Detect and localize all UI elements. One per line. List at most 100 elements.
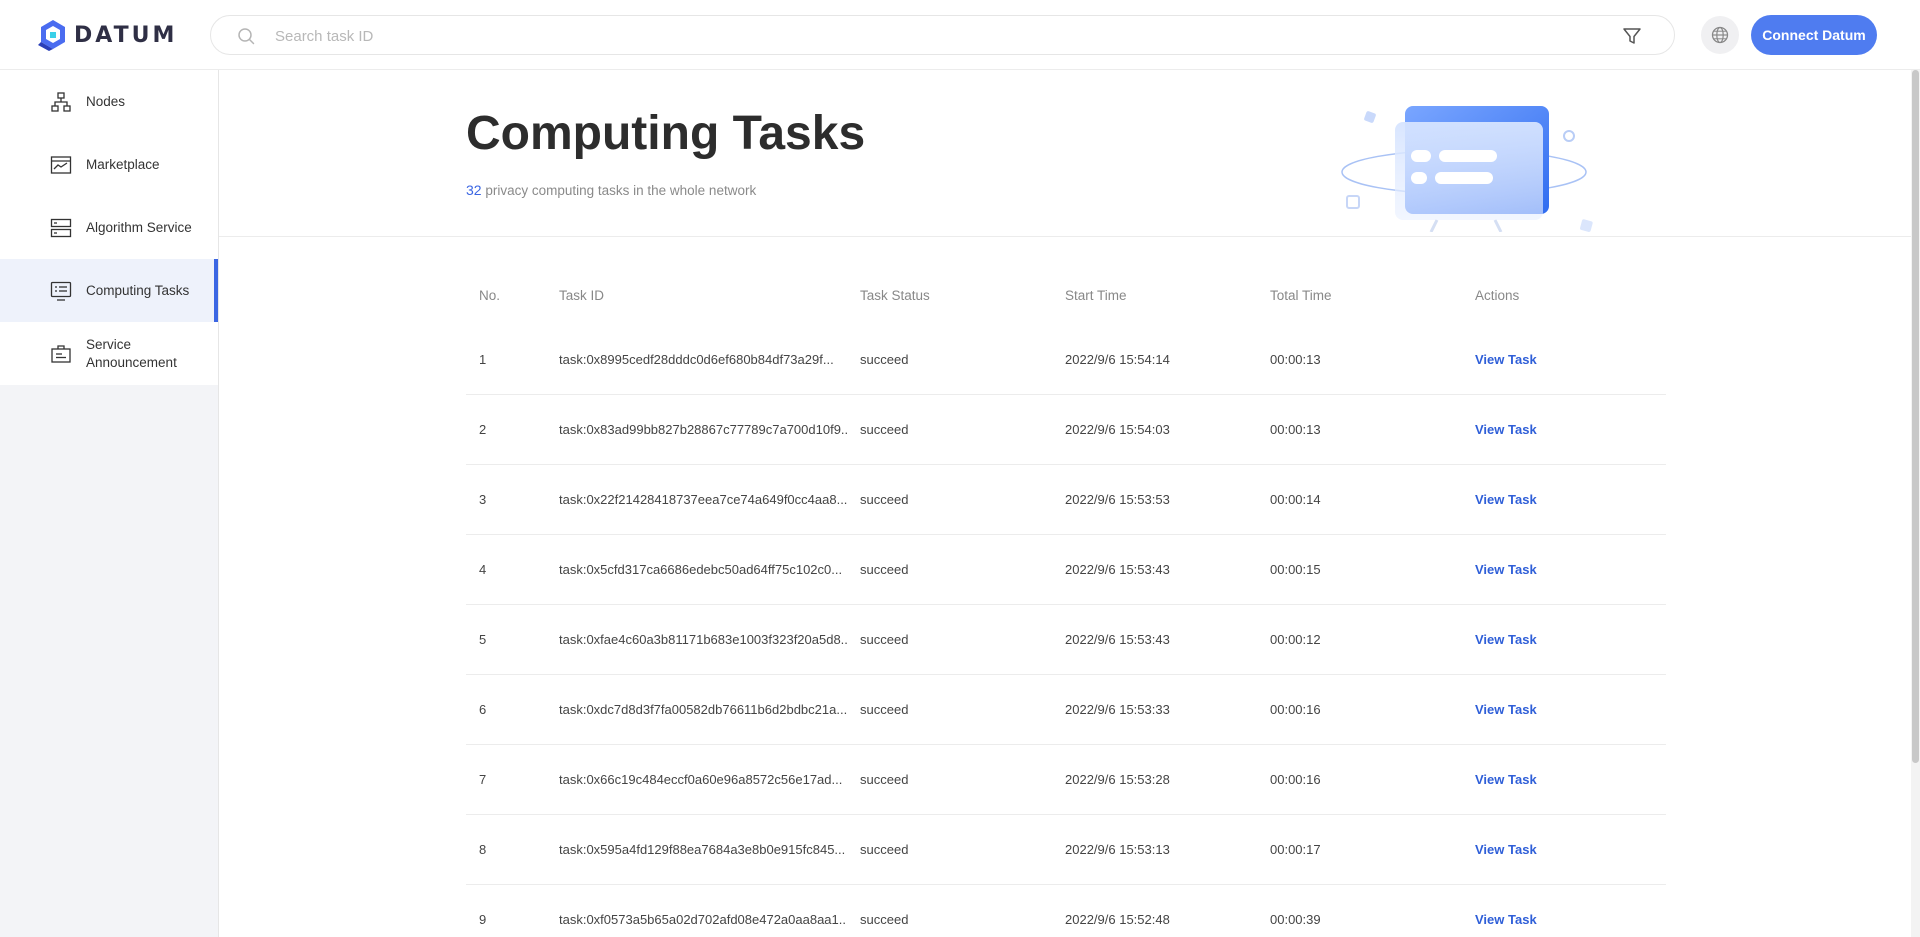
cell-no: 4 (479, 562, 487, 577)
cell-task-id: task:0x595a4fd129f88ea7684a3e8b0e915fc84… (559, 842, 846, 857)
col-header-task-status: Task Status (860, 287, 930, 303)
col-header-start-time: Start Time (1065, 287, 1127, 303)
sidebar-item-marketplace[interactable]: Marketplace (0, 133, 218, 196)
view-task-link[interactable]: View Task (1475, 702, 1537, 717)
view-task-link[interactable]: View Task (1475, 632, 1537, 647)
view-task-link[interactable]: View Task (1475, 562, 1537, 577)
cell-total-time: 00:00:15 (1270, 562, 1321, 577)
globe-icon (1711, 26, 1729, 44)
cell-status: succeed (860, 702, 909, 717)
table-row: 5 task:0xfae4c60a3b81171b683e1003f323f20… (466, 605, 1666, 675)
cell-start-time: 2022/9/6 15:53:53 (1065, 492, 1170, 507)
cell-start-time: 2022/9/6 15:53:28 (1065, 772, 1170, 787)
table-row: 6 task:0xdc7d8d3f7fa00582db76611b6d2bdbc… (466, 675, 1666, 745)
cell-no: 3 (479, 492, 487, 507)
cell-start-time: 2022/9/6 15:54:14 (1065, 352, 1170, 367)
table-row: 3 task:0x22f21428418737eea7ce74a649f0cc4… (466, 465, 1666, 535)
col-header-actions: Actions (1475, 287, 1520, 303)
computing-illustration (1341, 106, 1593, 232)
sidebar-item-algorithm-service[interactable]: Algorithm Service (0, 196, 218, 259)
cell-start-time: 2022/9/6 15:54:03 (1065, 422, 1170, 437)
sidebar-item-label: Nodes (86, 93, 126, 109)
algorithm-service-icon (50, 218, 72, 237)
cell-no: 7 (479, 772, 487, 787)
sidebar-nav: Nodes Marketplace Algorithm Service Comp… (0, 70, 218, 385)
col-header-total-time: Total Time (1270, 287, 1332, 303)
cell-status: succeed (860, 352, 909, 367)
table-row: 1 task:0x8995cedf28dddc0d6ef680b84df73a2… (466, 325, 1666, 395)
cell-status: succeed (860, 842, 909, 857)
view-task-link[interactable]: View Task (1475, 422, 1537, 437)
search-input[interactable] (275, 24, 1575, 48)
cell-start-time: 2022/9/6 15:53:33 (1065, 702, 1170, 717)
cell-no: 2 (479, 422, 487, 437)
sidebar-item-service-announcement[interactable]: Service Announcement (0, 322, 218, 385)
view-task-link[interactable]: View Task (1475, 912, 1537, 927)
language-button[interactable] (1701, 16, 1739, 54)
cell-start-time: 2022/9/6 15:53:43 (1065, 562, 1170, 577)
cell-task-id: task:0x5cfd317ca6686edebc50ad64ff75c102c… (559, 562, 843, 577)
cell-task-id: task:0x83ad99bb827b28867c77789c7a700d10f… (559, 422, 847, 437)
announcement-icon (51, 344, 71, 363)
cell-no: 9 (479, 912, 487, 927)
connect-datum-button[interactable]: Connect Datum (1751, 15, 1877, 55)
cell-total-time: 00:00:16 (1270, 702, 1321, 717)
sidebar-item-label: Marketplace (86, 156, 160, 172)
sidebar-item-label: Algorithm Service (86, 219, 192, 235)
sidebar-item-nodes[interactable]: Nodes (0, 70, 218, 133)
datum-logo[interactable]: DATUM (38, 17, 177, 53)
table-header: No. Task ID Task Status Start Time Total… (466, 265, 1666, 325)
filter-icon[interactable] (1621, 25, 1643, 47)
table-row: 7 task:0x66c19c484eccf0a60e96a8572c56e17… (466, 745, 1666, 815)
cell-task-id: task:0xf0573a5b65a02d702afd08e472a0aa8aa… (559, 912, 847, 927)
cell-total-time: 00:00:39 (1270, 912, 1321, 927)
sidebar-item-label: Computing Tasks (86, 282, 190, 298)
cell-status: succeed (860, 632, 909, 647)
cell-no: 1 (479, 352, 487, 367)
scrollbar-thumb[interactable] (1912, 70, 1919, 763)
cell-task-id: task:0xfae4c60a3b81171b683e1003f323f20a5… (559, 632, 847, 647)
table-row: 2 task:0x83ad99bb827b28867c77789c7a700d1… (466, 395, 1666, 465)
page-scrollbar[interactable] (1911, 70, 1920, 937)
view-task-link[interactable]: View Task (1475, 842, 1537, 857)
cell-status: succeed (860, 772, 909, 787)
task-count: 32 (466, 182, 482, 198)
cell-task-id: task:0x22f21428418737eea7ce74a649f0cc4aa… (559, 492, 847, 507)
cell-status: succeed (860, 492, 909, 507)
col-header-task-id: Task ID (559, 287, 605, 303)
sidebar-item-computing-tasks[interactable]: Computing Tasks (0, 259, 218, 322)
cell-task-id: task:0xdc7d8d3f7fa00582db76611b6d2bdbc21… (559, 702, 847, 717)
cell-no: 6 (479, 702, 487, 717)
view-task-link[interactable]: View Task (1475, 352, 1537, 367)
page-subtitle: 32 privacy computing tasks in the whole … (466, 182, 756, 198)
cell-status: succeed (860, 562, 909, 577)
cell-task-id: task:0x66c19c484eccf0a60e96a8572c56e17ad… (559, 772, 843, 787)
subtitle-text: privacy computing tasks in the whole net… (481, 183, 757, 198)
cell-total-time: 00:00:14 (1270, 492, 1321, 507)
search-bar[interactable] (210, 15, 1675, 55)
cell-status: succeed (860, 912, 909, 927)
view-task-link[interactable]: View Task (1475, 492, 1537, 507)
cell-start-time: 2022/9/6 15:52:48 (1065, 912, 1170, 927)
cell-total-time: 00:00:16 (1270, 772, 1321, 787)
search-icon (238, 28, 255, 45)
logo-text: DATUM (74, 22, 178, 48)
cell-total-time: 00:00:13 (1270, 422, 1321, 437)
cell-task-id: task:0x8995cedf28dddc0d6ef680b84df73a29f… (559, 352, 834, 367)
view-task-link[interactable]: View Task (1475, 772, 1537, 787)
main-content: Computing Tasks 32 privacy computing tas… (219, 70, 1911, 937)
nodes-icon (51, 91, 71, 112)
table-row: 8 task:0x595a4fd129f88ea7684a3e8b0e915fc… (466, 815, 1666, 885)
cell-start-time: 2022/9/6 15:53:43 (1065, 632, 1170, 647)
sidebar: Nodes Marketplace Algorithm Service Comp… (0, 70, 219, 937)
table-row: 9 task:0xf0573a5b65a02d702afd08e472a0aa8… (466, 885, 1666, 937)
page-title: Computing Tasks (466, 107, 866, 160)
page-hero: Computing Tasks 32 privacy computing tas… (219, 70, 1911, 237)
col-header-no: No. (479, 287, 501, 303)
sidebar-item-label: Service Announcement (86, 336, 177, 370)
tasks-table: No. Task ID Task Status Start Time Total… (466, 265, 1666, 937)
cell-no: 8 (479, 842, 487, 857)
top-header: DATUM Connect Datum (0, 0, 1920, 70)
cell-total-time: 00:00:13 (1270, 352, 1321, 367)
cell-total-time: 00:00:12 (1270, 632, 1321, 647)
